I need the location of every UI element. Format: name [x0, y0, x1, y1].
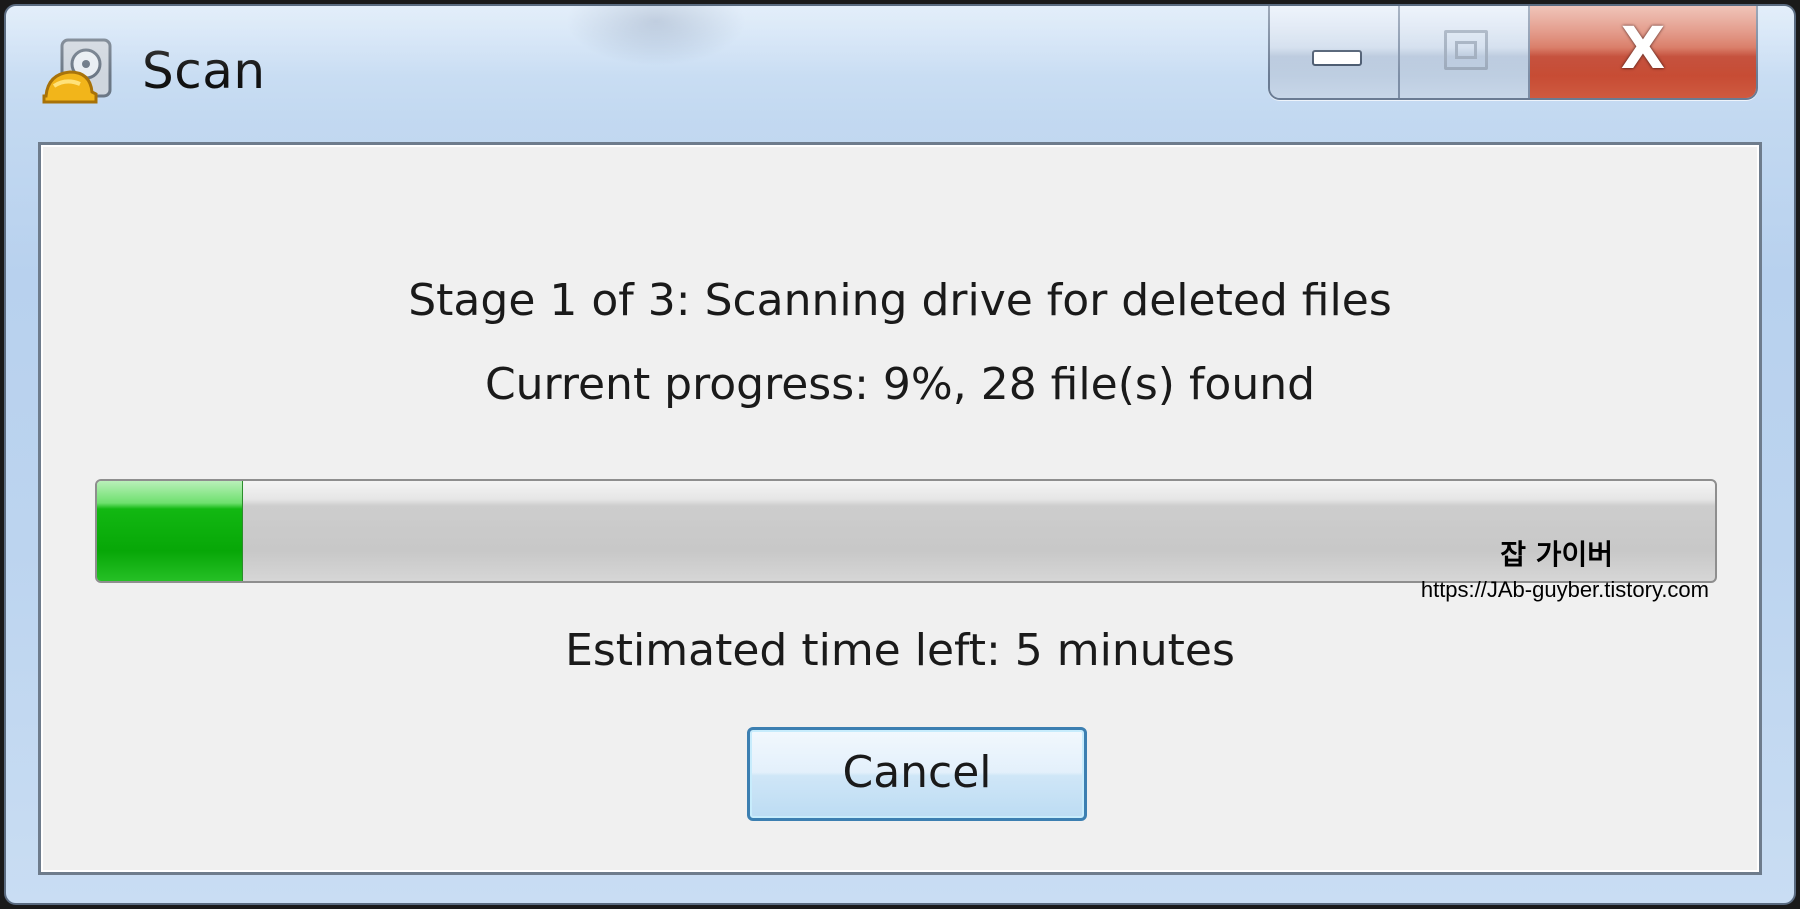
hard-drive-helmet-icon	[42, 38, 112, 104]
progress-status-text: Current progress: 9%, 28 file(s) found	[484, 359, 1316, 410]
maximize-button[interactable]	[1400, 6, 1530, 98]
maximize-icon	[1444, 30, 1488, 70]
progress-fill	[97, 481, 243, 581]
minimize-button[interactable]	[1270, 6, 1400, 98]
stage-text: Stage 1 of 3: Scanning drive for deleted…	[408, 275, 1392, 326]
close-button[interactable]: X	[1530, 6, 1756, 98]
caption-buttons: X	[1268, 6, 1758, 100]
watermark-title: 잡 가이버	[1500, 538, 1613, 571]
title-bar[interactable]: Scan X	[6, 6, 1794, 138]
minimize-icon	[1312, 50, 1362, 66]
close-icon: X	[1620, 14, 1666, 82]
watermark: 잡 가이버 https://JAb-guyber.tistory.com	[1421, 533, 1709, 603]
scan-panel: Stage 1 of 3: Scanning drive for deleted…	[38, 142, 1762, 875]
cancel-button[interactable]: Cancel	[747, 727, 1087, 821]
scan-window: Scan X Stage 1 of 3: Scanning drive for …	[4, 4, 1796, 905]
window-title: Scan	[142, 42, 266, 100]
estimated-time-text: Estimated time left: 5 minutes	[565, 625, 1235, 676]
watermark-url: https://JAb-guyber.tistory.com	[1420, 577, 1709, 602]
